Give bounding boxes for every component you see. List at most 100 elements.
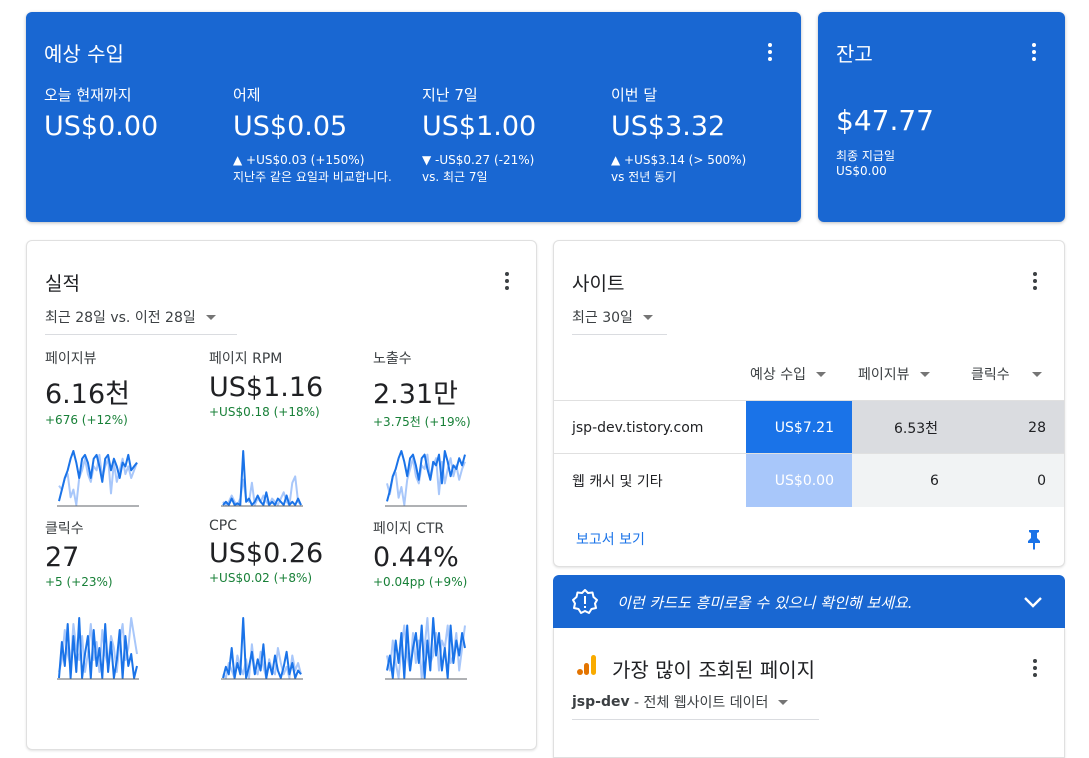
banner-text: 이런 카드도 흥미로울 수 있으니 확인해 보세요. xyxy=(617,594,913,612)
perf-metric-impressions[interactable]: 노출수 2.31만 +3.75천 (+19%) xyxy=(373,348,533,430)
metric-value: 6.16천 xyxy=(45,379,130,410)
metric-label: 어제 xyxy=(233,86,261,104)
perf-metric-cpc[interactable]: CPC US$0.26 +US$0.02 (+8%) xyxy=(209,518,369,585)
metric-change: ▲ +US$3.14 (> 500%) xyxy=(611,153,747,167)
site-name: 웹 캐시 및 기타 xyxy=(572,473,663,490)
column-label: 예상 수입 xyxy=(750,367,806,383)
metric-label: 노출수 xyxy=(373,351,412,367)
perf-metric-page-ctr[interactable]: 페이지 CTR 0.44% +0.04pp (+9%) xyxy=(373,518,533,589)
earnings-metric-today: 오늘 현재까지 US$0.00 xyxy=(44,84,224,142)
metric-label: 페이지 CTR xyxy=(373,521,445,537)
metric-change: +3.75천 (+19%) xyxy=(373,415,471,429)
balance-more-menu-icon[interactable] xyxy=(1022,40,1046,64)
metric-change: ▼ -US$0.27 (-21%) xyxy=(422,153,535,167)
metric-value: US$0.00 xyxy=(44,111,159,142)
site-clicks: 28 xyxy=(974,401,1046,454)
sparkline-clicks xyxy=(57,617,139,680)
top-pages-title: 가장 많이 조회된 페이지 xyxy=(612,658,816,682)
pin-icon[interactable] xyxy=(1024,528,1044,550)
sort-caret-icon xyxy=(919,371,930,377)
sites-range-dropdown[interactable]: 최근 30일 xyxy=(572,307,667,335)
property-dropdown[interactable]: jsp-dev - 전체 웹사이트 데이터 xyxy=(572,692,819,720)
column-header-earnings[interactable]: 예상 수입 xyxy=(750,364,826,384)
property-scope: - 전체 웹사이트 데이터 xyxy=(629,695,769,711)
metric-change: +US$0.02 (+8%) xyxy=(209,571,313,585)
sparkline-current-period xyxy=(222,617,302,679)
earnings-metric-last-7-days: 지난 7일 US$1.00 ▼ -US$0.27 (-21%) vs. 최근 7… xyxy=(422,84,602,186)
table-row[interactable]: jsp-dev.tistory.com US$7.21 6.53천 28 xyxy=(554,400,1064,454)
metric-value: US$1.00 xyxy=(422,111,537,142)
chevron-down-icon xyxy=(205,314,216,320)
chevron-down-icon xyxy=(642,314,653,320)
column-label: 페이지뷰 xyxy=(858,367,910,383)
site-earnings: US$7.21 xyxy=(746,401,852,454)
range-label: 최근 30일 xyxy=(572,310,633,326)
suggestion-banner[interactable]: 이런 카드도 흥미로울 수 있으니 확인해 보세요. xyxy=(553,575,1065,628)
metric-change: +US$0.18 (+18%) xyxy=(209,405,320,419)
site-clicks: 0 xyxy=(974,454,1046,507)
metric-label: 지난 7일 xyxy=(422,86,478,104)
metric-change: +676 (+12%) xyxy=(45,413,128,427)
column-label: 클릭수 xyxy=(971,367,1010,383)
earnings-metric-this-month: 이번 달 US$3.32 ▲ +US$3.14 (> 500%) vs 전년 동… xyxy=(611,84,791,186)
metric-change: +0.04pp (+9%) xyxy=(373,575,468,589)
metric-value: 27 xyxy=(45,542,80,573)
metric-change: +5 (+23%) xyxy=(45,575,113,589)
metric-value: 2.31만 xyxy=(373,379,458,410)
metric-label: 이번 달 xyxy=(611,86,658,104)
analytics-logo-icon xyxy=(577,655,596,675)
performance-title: 실적 xyxy=(45,273,80,295)
sparkline-cpc xyxy=(221,617,303,680)
balance-last-payment-label: 최종 지급일 xyxy=(836,149,896,163)
perf-metric-page-rpm[interactable]: 페이지 RPM US$1.16 +US$0.18 (+18%) xyxy=(209,348,369,419)
earnings-title: 예상 수입 xyxy=(44,42,124,66)
metric-note: vs. 최근 7일 xyxy=(422,170,488,184)
metric-value: US$3.32 xyxy=(611,111,726,142)
earnings-more-menu-icon[interactable] xyxy=(758,40,782,64)
balance-value: $47.77 xyxy=(836,104,934,137)
metric-label: 클릭수 xyxy=(45,521,84,537)
performance-card: 실적 최근 28일 vs. 이전 28일 페이지뷰 6.16천 +676 (+1… xyxy=(26,240,537,750)
metric-change: ▲ +US$0.03 (+150%) xyxy=(233,153,365,167)
balance-title: 잔고 xyxy=(836,42,873,66)
sparkline-page-rpm xyxy=(221,450,303,507)
view-report-link[interactable]: 보고서 보기 xyxy=(576,529,645,549)
sparkline-previous-period xyxy=(222,475,302,506)
metric-note: vs 전년 동기 xyxy=(611,170,677,184)
alert-badge-icon xyxy=(572,589,598,614)
sort-caret-icon xyxy=(815,371,826,377)
column-header-clicks[interactable]: 클릭수 xyxy=(971,364,1042,384)
sparkline-page-ctr xyxy=(385,617,467,680)
column-header-pageviews[interactable]: 페이지뷰 xyxy=(858,364,930,384)
sites-title: 사이트 xyxy=(572,273,625,295)
sparkline-impressions xyxy=(385,450,467,507)
property-name: jsp-dev xyxy=(572,694,630,710)
chevron-down-icon xyxy=(778,699,789,705)
performance-more-menu-icon[interactable] xyxy=(495,269,519,293)
sites-more-menu-icon[interactable] xyxy=(1023,269,1047,293)
table-row[interactable]: 웹 캐시 및 기타 US$0.00 6 0 xyxy=(554,453,1064,507)
sites-card: 사이트 최근 30일 예상 수입 페이지뷰 클릭수 jsp-dev.tistor… xyxy=(553,240,1065,567)
metric-value: US$1.16 xyxy=(209,372,324,403)
sort-caret-icon xyxy=(1031,371,1042,377)
earnings-metric-yesterday: 어제 US$0.05 ▲ +US$0.03 (+150%) 지난주 같은 요일과… xyxy=(233,84,413,186)
metric-label: 페이지뷰 xyxy=(45,351,97,367)
site-name: jsp-dev.tistory.com xyxy=(572,419,704,436)
chevron-down-icon[interactable] xyxy=(1023,595,1043,609)
metric-value: US$0.26 xyxy=(209,538,324,569)
metric-note: 지난주 같은 요일과 비교합니다. xyxy=(233,170,392,184)
top-pages-more-menu-icon[interactable] xyxy=(1023,656,1047,680)
site-earnings: US$0.00 xyxy=(746,454,852,507)
perf-metric-pageviews[interactable]: 페이지뷰 6.16천 +676 (+12%) xyxy=(45,348,205,427)
metric-value: 0.44% xyxy=(373,542,459,573)
metric-label: 페이지 RPM xyxy=(209,351,283,367)
balance-card: 잔고 $47.77 최종 지급일 US$0.00 xyxy=(818,12,1065,222)
top-pages-card: 가장 많이 조회된 페이지 jsp-dev - 전체 웹사이트 데이터 xyxy=(553,628,1065,758)
earnings-card: 예상 수입 오늘 현재까지 US$0.00 어제 US$0.05 ▲ +US$0… xyxy=(26,12,801,222)
metric-label: CPC xyxy=(209,518,237,534)
range-label: 최근 28일 vs. 이전 28일 xyxy=(45,310,196,326)
balance-last-payment-value: US$0.00 xyxy=(836,164,887,178)
metric-label: 오늘 현재까지 xyxy=(44,86,132,104)
perf-metric-clicks[interactable]: 클릭수 27 +5 (+23%) xyxy=(45,518,205,589)
performance-range-dropdown[interactable]: 최근 28일 vs. 이전 28일 xyxy=(45,307,237,335)
